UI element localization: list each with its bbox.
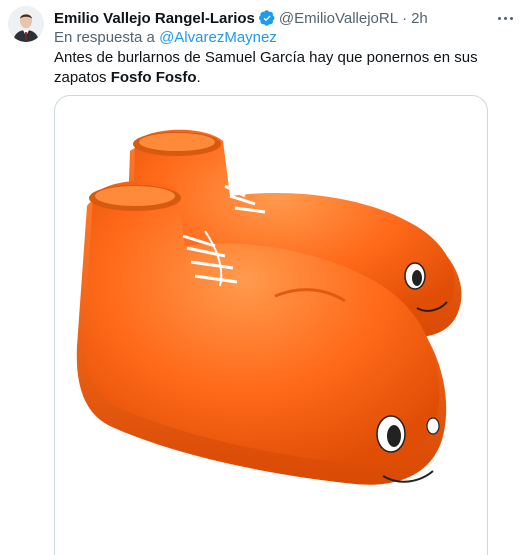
timestamp[interactable]: 2h [411, 10, 428, 27]
verified-badge-icon [258, 10, 275, 26]
author-handle[interactable]: @EmilioVallejoRL [279, 10, 398, 27]
avatar[interactable] [8, 6, 44, 42]
clown-shoes-image [76, 129, 462, 485]
author-name[interactable]: Emilio Vallejo Rangel-Larios [54, 10, 255, 27]
tweet: Emilio Vallejo Rangel-Larios @EmilioVall… [0, 0, 527, 555]
reply-mention-link[interactable]: @AlvarezMaynez [159, 29, 277, 46]
tweet-header: Emilio Vallejo Rangel-Larios @EmilioVall… [54, 8, 487, 28]
tweet-media[interactable] [54, 95, 488, 555]
tweet-text: Antes de burlarnos de Samuel García hay … [54, 48, 514, 88]
reply-prefix: En respuesta a [54, 29, 155, 46]
reply-context: En respuesta a @AlvarezMaynez [54, 29, 277, 46]
separator: · [402, 9, 408, 27]
more-options-icon[interactable] [495, 8, 515, 28]
tweet-text-end: . [196, 69, 201, 86]
tweet-text-bold: Fosfo Fosfo [110, 69, 197, 86]
